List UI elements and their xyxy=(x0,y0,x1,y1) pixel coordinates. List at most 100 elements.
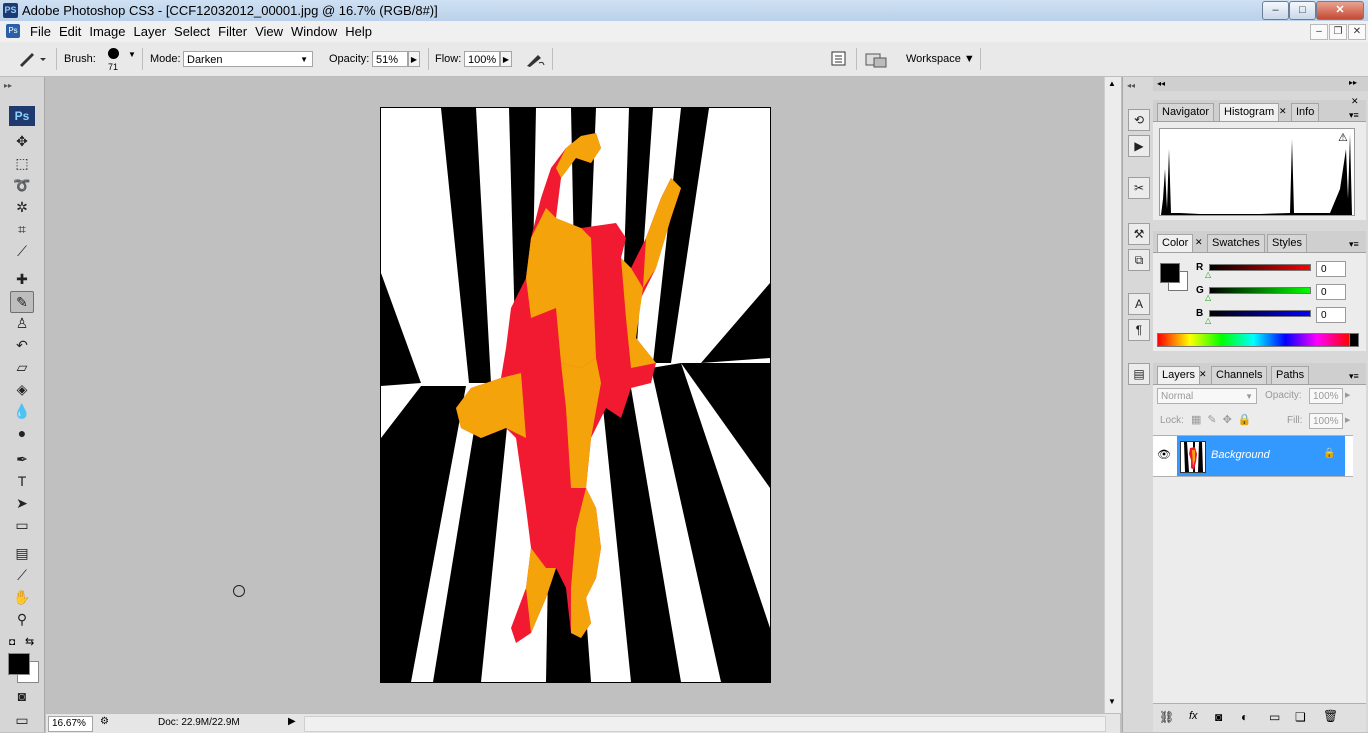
red-slider[interactable] xyxy=(1209,264,1311,271)
horizontal-scrollbar[interactable] xyxy=(304,716,1106,732)
vertical-scrollbar[interactable]: ▲ ▼ xyxy=(1104,77,1121,713)
eraser-tool-icon[interactable]: ▱ xyxy=(11,357,33,377)
slice-tool-icon[interactable]: ⟋ xyxy=(11,241,33,261)
lock-buttons[interactable]: ▦✎✥🔒 xyxy=(1191,413,1258,426)
zoom-tool-icon[interactable]: ⚲ xyxy=(11,609,33,629)
layer-comps-icon[interactable]: ▤ xyxy=(1128,363,1150,385)
flow-slider-button[interactable]: ▶ xyxy=(500,51,512,67)
opacity-slider-button[interactable]: ▶ xyxy=(1345,388,1355,404)
document-image[interactable] xyxy=(380,107,771,683)
palette-well-button[interactable] xyxy=(830,51,848,67)
color-spectrum-bar[interactable] xyxy=(1157,333,1350,347)
paragraph-panel-icon[interactable]: ¶ xyxy=(1128,319,1150,341)
menu-window[interactable]: Window xyxy=(289,24,343,39)
swap-colors-icon[interactable]: ⇆ xyxy=(25,635,34,648)
hand-tool-icon[interactable]: ✋ xyxy=(11,587,33,607)
tab-navigator[interactable]: Navigator xyxy=(1157,103,1215,121)
new-layer-icon[interactable]: ❏ xyxy=(1295,710,1306,724)
doc-minimize-button[interactable]: – xyxy=(1310,24,1328,40)
tool-preset-picker[interactable] xyxy=(14,48,50,70)
layer-name[interactable]: Background xyxy=(1211,449,1270,461)
green-slider[interactable] xyxy=(1209,287,1311,294)
crop-tool-icon[interactable]: ⌗ xyxy=(11,219,33,239)
notes-tool-icon[interactable]: ▤ xyxy=(11,543,33,563)
menu-select[interactable]: Select xyxy=(172,24,216,39)
zoom-level-input[interactable]: 16.67% xyxy=(48,716,93,732)
history-panel-icon[interactable]: ⟲ xyxy=(1128,109,1150,131)
default-colors-icon[interactable]: ◘ xyxy=(9,637,15,648)
rectangle-tool-icon[interactable]: ▭ xyxy=(11,515,33,535)
pen-tool-icon[interactable]: ✒ xyxy=(11,449,33,469)
menu-filter[interactable]: Filter xyxy=(216,24,253,39)
actions-panel-icon[interactable]: ▶ xyxy=(1128,135,1150,157)
tab-color[interactable]: Color xyxy=(1157,234,1194,252)
doc-close-button[interactable]: ✕ xyxy=(1348,24,1366,40)
close-tab-icon[interactable]: ✕ xyxy=(1195,237,1203,248)
dodge-tool-icon[interactable]: ● xyxy=(11,423,33,443)
layer-style-icon[interactable]: fx xyxy=(1189,710,1198,722)
history-brush-tool-icon[interactable]: ↶ xyxy=(11,335,33,355)
scroll-up-icon[interactable]: ▲ xyxy=(1108,79,1116,88)
eyedropper-tool-icon[interactable]: ⟋ xyxy=(11,565,33,585)
slider-thumb-icon[interactable]: △ xyxy=(1205,293,1211,302)
tab-swatches[interactable]: Swatches xyxy=(1207,234,1265,252)
red-value-input[interactable]: 0 xyxy=(1316,261,1346,277)
layer-mask-icon[interactable]: ◙ xyxy=(1215,710,1222,724)
tab-styles[interactable]: Styles xyxy=(1267,234,1307,252)
scroll-down-icon[interactable]: ▼ xyxy=(1108,697,1116,706)
slider-thumb-icon[interactable]: △ xyxy=(1205,270,1211,279)
brush-tool-icon[interactable]: ✎ xyxy=(10,291,34,313)
close-tab-icon[interactable]: ✕ xyxy=(1199,369,1207,380)
layer-row[interactable]: 👁 Background 🔒 xyxy=(1153,435,1353,477)
toolbox-collapse-handle[interactable]: ▸▸ xyxy=(4,81,40,90)
blue-value-input[interactable]: 0 xyxy=(1316,307,1346,323)
delete-layer-icon[interactable]: 🗑 xyxy=(1323,709,1338,723)
tool-presets-icon[interactable]: ✂ xyxy=(1128,177,1150,199)
healing-brush-tool-icon[interactable]: ✚ xyxy=(11,269,33,289)
blend-mode-select[interactable]: Normal ▼ xyxy=(1157,388,1257,404)
close-tab-icon[interactable]: ✕ xyxy=(1279,106,1287,117)
menu-layer[interactable]: Layer xyxy=(132,24,173,39)
document-icon[interactable]: Ps xyxy=(6,24,20,38)
blur-tool-icon[interactable]: 💧 xyxy=(11,401,33,421)
menu-help[interactable]: Help xyxy=(343,24,378,39)
doc-restore-button[interactable]: ❐ xyxy=(1329,24,1347,40)
warning-icon[interactable]: ⚠ xyxy=(1338,131,1348,144)
tab-paths[interactable]: Paths xyxy=(1271,366,1310,384)
panel-close-icon[interactable]: ✕ xyxy=(1351,96,1359,107)
tab-channels[interactable]: Channels xyxy=(1211,366,1268,384)
new-group-icon[interactable]: ▭ xyxy=(1269,710,1280,724)
green-value-input[interactable]: 0 xyxy=(1316,284,1346,300)
spectrum-black-white[interactable] xyxy=(1349,333,1359,347)
panels-collapse-icon[interactable]: ◂◂ xyxy=(1157,79,1165,88)
layer-opacity-input[interactable]: 100% xyxy=(1309,388,1343,404)
tab-info[interactable]: Info xyxy=(1291,103,1320,121)
move-tool-icon[interactable]: ✥ xyxy=(11,131,33,151)
airbrush-toggle[interactable] xyxy=(524,51,546,69)
lasso-tool-icon[interactable]: ➰ xyxy=(11,175,33,195)
fill-slider-button[interactable]: ▶ xyxy=(1345,413,1355,429)
clone-stamp-tool-icon[interactable]: ♙ xyxy=(11,313,33,333)
clone-source-icon[interactable]: ⧉ xyxy=(1128,249,1150,271)
dock-collapse-handle[interactable]: ◂◂ xyxy=(1127,81,1135,90)
fill-input[interactable]: 100% xyxy=(1309,413,1343,429)
screen-mode-icon[interactable]: ▭ xyxy=(11,710,33,730)
photoshop-logo[interactable]: Ps xyxy=(9,106,35,126)
minimize-button[interactable]: – xyxy=(1262,1,1289,20)
paint-bucket-tool-icon[interactable]: ◈ xyxy=(11,379,33,399)
menu-file[interactable]: File xyxy=(28,24,57,39)
adjustment-layer-icon[interactable]: ◐ xyxy=(1241,710,1248,724)
mode-select[interactable]: Darken ▼ xyxy=(183,51,313,67)
panel-menu-icon[interactable]: ▾≡ xyxy=(1349,110,1359,121)
tab-histogram[interactable]: Histogram xyxy=(1219,103,1280,121)
menu-view[interactable]: View xyxy=(253,24,289,39)
canvas-area[interactable] xyxy=(46,77,1104,713)
opacity-slider-button[interactable]: ▶ xyxy=(408,51,420,67)
flow-input[interactable]: 100% xyxy=(464,51,500,67)
status-menu-arrow-icon[interactable]: ▶ xyxy=(288,716,296,727)
path-selection-tool-icon[interactable]: ➤ xyxy=(11,493,33,513)
foreground-color-swatch[interactable] xyxy=(1160,263,1180,283)
menu-edit[interactable]: Edit xyxy=(57,24,87,39)
quick-mask-icon[interactable]: ◙ xyxy=(11,686,33,706)
link-layers-icon[interactable]: ⛓ xyxy=(1159,710,1174,724)
